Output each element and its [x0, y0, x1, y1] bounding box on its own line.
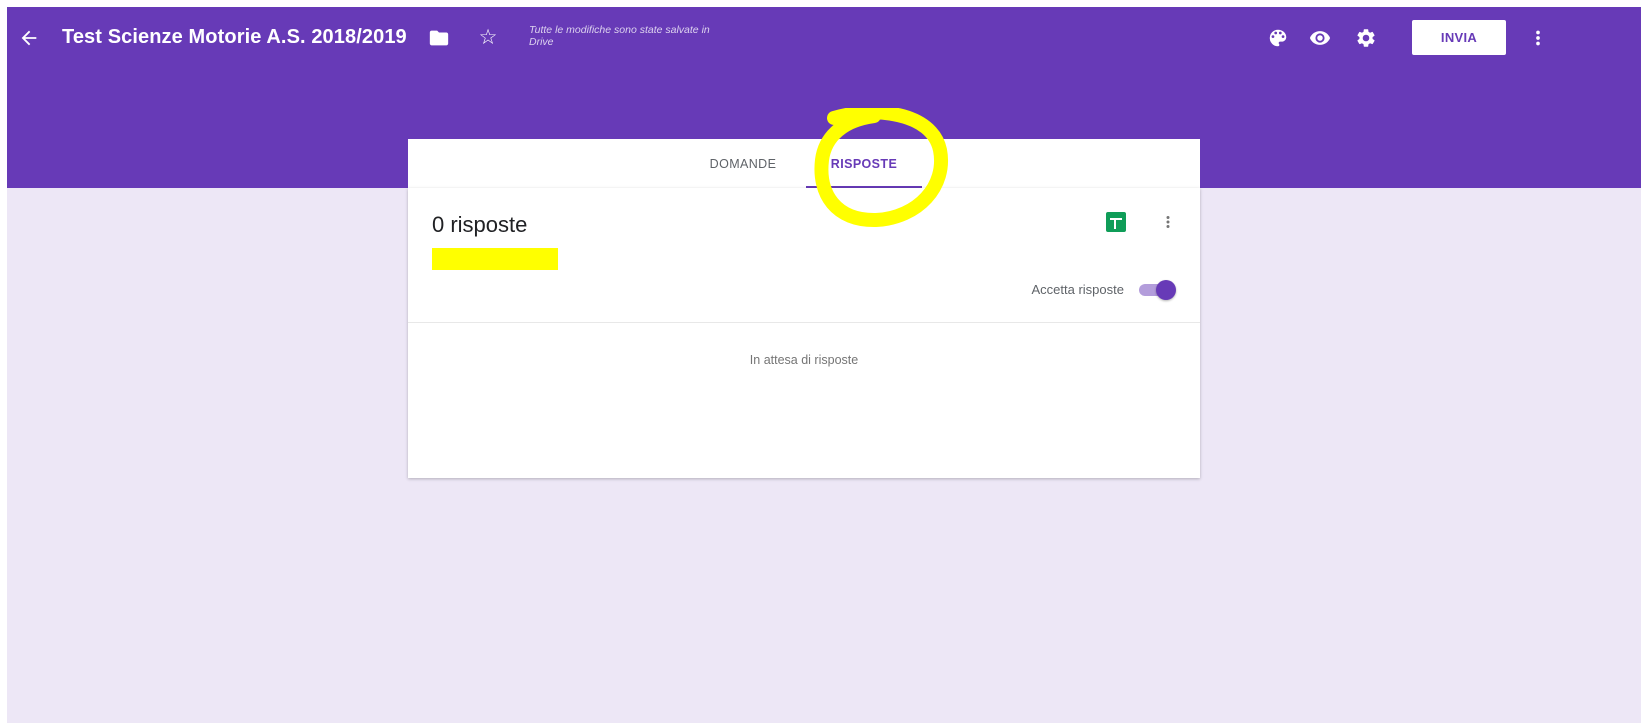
tab-responses-label: RISPOSTE: [830, 157, 898, 171]
move-to-folder-button[interactable]: [426, 25, 452, 51]
more-options-button[interactable]: [1523, 23, 1553, 53]
response-count: 0 risposte: [432, 212, 528, 237]
form-tabs: DOMANDE RISPOSTE: [408, 139, 1200, 189]
tab-questions-label: DOMANDE: [709, 157, 777, 171]
more-vert-icon: [1536, 30, 1540, 46]
preview-button[interactable]: [1305, 23, 1335, 53]
gear-icon: [1357, 29, 1375, 47]
star-button[interactable]: ☆: [475, 24, 501, 50]
settings-button[interactable]: [1351, 23, 1381, 53]
form-title[interactable]: Test Scienze Motorie A.S. 2018/2019: [62, 26, 407, 49]
star-outline-icon: ☆: [478, 25, 498, 49]
more-vert-icon: [1166, 216, 1170, 228]
customize-theme-button[interactable]: [1263, 23, 1293, 53]
send-button[interactable]: INVIA: [1412, 20, 1506, 55]
divider: [408, 322, 1200, 323]
accept-responses-toggle[interactable]: [1137, 279, 1177, 301]
eye-icon: [1309, 31, 1331, 45]
responses-more-button[interactable]: [1156, 208, 1180, 236]
folder-icon: [429, 30, 449, 46]
empty-state-message: In attesa di risposte: [749, 353, 859, 367]
tab-questions[interactable]: DOMANDE: [688, 139, 798, 189]
highlight-annotation-bar: [432, 248, 558, 270]
sheets-icon: [1106, 212, 1126, 232]
toggle-thumb: [1156, 280, 1176, 300]
responses-card: 0 risposte Accetta risposte In attesa di…: [408, 188, 1200, 478]
tab-responses[interactable]: RISPOSTE: [806, 139, 922, 189]
accept-responses-label: Accetta risposte: [1031, 282, 1125, 297]
back-button[interactable]: [15, 24, 43, 52]
create-spreadsheet-button[interactable]: [1105, 211, 1127, 233]
save-status: Tutte le modifiche sono state salvate in…: [529, 24, 710, 48]
arrow-back-icon: [21, 30, 37, 46]
palette-icon: [1269, 29, 1287, 47]
forms-editor: Test Scienze Motorie A.S. 2018/2019 ☆ Tu…: [7, 7, 1641, 723]
